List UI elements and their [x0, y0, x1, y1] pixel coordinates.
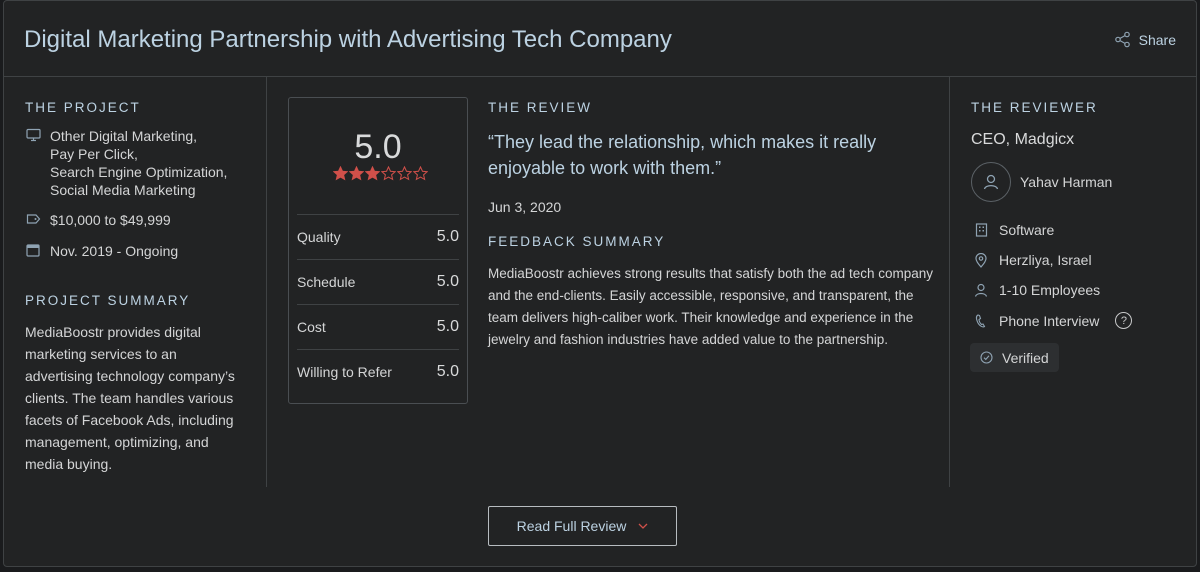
share-button[interactable]: Share: [1114, 31, 1176, 48]
review-date: Jun 3, 2020: [488, 199, 562, 215]
user-icon: [983, 174, 999, 190]
service-item: Other Digital Marketing,: [50, 128, 198, 144]
share-label: Share: [1138, 31, 1176, 48]
review-quote: “They lead the relationship, which makes…: [488, 132, 877, 178]
price-tag-icon: [26, 214, 40, 224]
reviewer-location: Herzliya, Israel: [973, 252, 1092, 268]
help-icon[interactable]: ?: [1115, 312, 1133, 329]
verified-badge: Verified: [970, 343, 1059, 372]
project-timeline: Nov. 2019 - Ongoing: [25, 242, 178, 260]
verified-label: Verified: [1002, 349, 1049, 366]
service-item: Pay Per Click,: [50, 146, 138, 162]
review-title: Digital Marketing Partnership with Adver…: [24, 26, 672, 53]
star-empty-icon: [381, 166, 396, 181]
chevron-down-icon: [638, 523, 648, 529]
industry-value: Software: [999, 222, 1055, 238]
budget-value: $10,000 to $49,999: [50, 212, 171, 228]
project-heading: THE PROJECT: [25, 100, 141, 115]
reviewer-heading: THE REVIEWER: [971, 100, 1098, 115]
review-method-value: Phone Interview: [999, 312, 1100, 329]
star-filled-icon: [365, 166, 380, 181]
divider: [266, 77, 267, 487]
monitor-icon: [25, 128, 41, 142]
star-empty-icon: [397, 166, 412, 181]
star-filled-icon: [349, 166, 364, 181]
review-header: Digital Marketing Partnership with Adver…: [4, 1, 1196, 77]
company-size-value: 1-10 Employees: [999, 282, 1101, 298]
timeline-value: Nov. 2019 - Ongoing: [50, 243, 179, 259]
read-full-review-button[interactable]: Read Full Review: [488, 506, 677, 546]
rating-label: Schedule: [297, 274, 356, 290]
rating-label: Cost: [297, 319, 326, 335]
person-icon: [974, 283, 988, 297]
rating-value: 5.0: [436, 363, 459, 380]
feedback-summary: MediaBoostr achieves strong results that…: [488, 266, 933, 347]
share-icon: [1114, 31, 1130, 48]
reviewer-name: Yahav Harman: [1020, 174, 1113, 190]
rating-box: 5.0 Quality 5.0 Schedule 5.0 Cost 5.0 Wi…: [288, 97, 468, 404]
overall-rating: 5.0: [354, 128, 402, 166]
divider: [949, 77, 950, 487]
rating-row-quality: Quality 5.0: [297, 214, 459, 259]
location-pin-icon: [975, 252, 987, 268]
avatar: [971, 162, 1011, 202]
project-summary-heading: PROJECT SUMMARY: [25, 293, 191, 308]
rating-value: 5.0: [436, 273, 459, 290]
review-card: Digital Marketing Partnership with Adver…: [3, 0, 1197, 567]
service-item: Search Engine Optimization,: [50, 164, 228, 180]
project-summary: MediaBoostr provides digital marketing s…: [25, 324, 235, 472]
reviewer-title: CEO, Madgicx: [971, 131, 1075, 148]
rating-label: Quality: [297, 229, 341, 245]
review-heading: THE REVIEW: [488, 100, 593, 115]
service-item: Social Media Marketing: [50, 182, 196, 198]
star-rating: [333, 166, 428, 181]
feedback-summary-heading: FEEDBACK SUMMARY: [488, 234, 666, 249]
star-filled-icon: [333, 166, 348, 181]
rating-value: 5.0: [436, 318, 459, 335]
star-empty-icon: [413, 166, 428, 181]
rating-row-schedule: Schedule 5.0: [297, 259, 459, 304]
reviewer-industry: Software: [973, 222, 1054, 238]
rating-value: 5.0: [436, 228, 459, 245]
rating-row-willing-to-refer: Willing to Refer 5.0: [297, 349, 459, 394]
building-icon: [975, 223, 987, 237]
phone-icon: [975, 313, 986, 327]
rating-label: Willing to Refer: [297, 364, 392, 380]
reviewer-company-size: 1-10 Employees: [973, 282, 1100, 298]
check-circle-icon: [980, 351, 993, 364]
reviewer-review-method: Phone Interview ?: [973, 312, 1133, 329]
calendar-icon: [26, 244, 40, 257]
read-full-review-label: Read Full Review: [516, 518, 627, 534]
rating-row-cost: Cost 5.0: [297, 304, 459, 349]
location-value: Herzliya, Israel: [999, 252, 1092, 268]
project-services: Other Digital Marketing, Pay Per Click, …: [25, 127, 227, 199]
project-budget: $10,000 to $49,999: [25, 211, 171, 229]
